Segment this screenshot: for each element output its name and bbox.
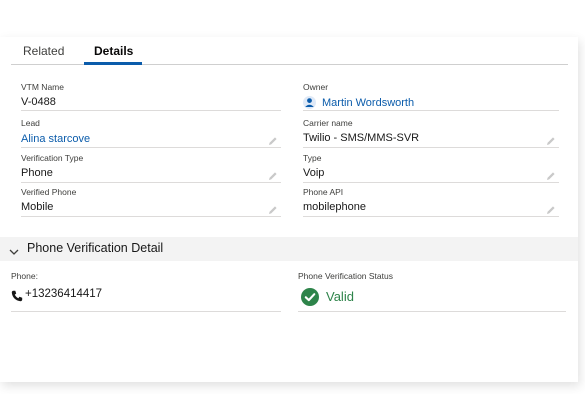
valid-status: Valid xyxy=(301,288,421,308)
status-value: Valid xyxy=(326,289,354,304)
verification-type-value: Phone xyxy=(21,167,53,179)
field-verification-type: Verification Type Phone xyxy=(21,153,281,183)
pencil-icon[interactable] xyxy=(546,202,556,214)
pencil-icon[interactable] xyxy=(546,133,556,145)
type-value: Voip xyxy=(303,167,325,179)
carrier-name-value: Twilio - SMS/MMS-SVR xyxy=(303,132,420,144)
field-type: Type Voip xyxy=(303,153,559,183)
field-owner: Owner Martin Wordsworth xyxy=(303,82,559,111)
lead-link[interactable]: Alina starcove xyxy=(21,133,90,145)
tab-details[interactable]: Details xyxy=(94,44,133,58)
pencil-icon[interactable] xyxy=(546,168,556,180)
section-header-phone-verification[interactable]: Phone Verification Detail xyxy=(0,237,578,261)
phone-api-label: Phone API xyxy=(303,187,344,197)
phone-label: Phone: xyxy=(11,271,38,281)
chevron-down-icon[interactable] xyxy=(9,244,19,255)
type-label: Type xyxy=(303,153,322,163)
active-tab-indicator xyxy=(84,62,142,65)
field-verified-phone: Verified Phone Mobile xyxy=(21,187,281,217)
verification-type-label: Verification Type xyxy=(21,153,84,163)
vtm-name-value: V-0488 xyxy=(21,96,56,108)
tab-bar: Related Details xyxy=(11,37,568,65)
user-avatar-icon xyxy=(303,96,316,109)
record-detail-card: Related Details VTM Name V-0488 Owner Ma… xyxy=(0,37,578,382)
phone-api-value: mobilephone xyxy=(303,201,366,213)
phone-icon xyxy=(11,289,23,302)
field-phone-verification-status: Phone Verification Status Valid xyxy=(298,271,566,312)
section-title: Phone Verification Detail xyxy=(27,241,164,255)
field-phone-api: Phone API mobilephone xyxy=(303,187,559,217)
verified-phone-label: Verified Phone xyxy=(21,187,77,197)
pencil-icon[interactable] xyxy=(268,168,278,180)
field-phone: Phone: +13236414417 xyxy=(11,271,281,312)
field-carrier-name: Carrier name Twilio - SMS/MMS-SVR xyxy=(303,118,559,148)
owner-link[interactable]: Martin Wordsworth xyxy=(322,97,414,109)
tab-related[interactable]: Related xyxy=(23,44,64,58)
pencil-icon[interactable] xyxy=(268,202,278,214)
carrier-name-label: Carrier name xyxy=(303,118,353,128)
phone-value: +13236414417 xyxy=(25,288,103,300)
phone-verification-status-label: Phone Verification Status xyxy=(298,271,393,281)
verified-phone-value: Mobile xyxy=(21,201,54,213)
vtm-name-label: VTM Name xyxy=(21,82,64,92)
lead-label: Lead xyxy=(21,118,40,128)
field-vtm-name: VTM Name V-0488 xyxy=(21,82,281,111)
check-circle-icon xyxy=(301,288,319,306)
owner-label: Owner xyxy=(303,82,329,92)
field-lead: Lead Alina starcove xyxy=(21,118,281,148)
pencil-icon[interactable] xyxy=(268,133,278,145)
top-band xyxy=(0,0,585,37)
